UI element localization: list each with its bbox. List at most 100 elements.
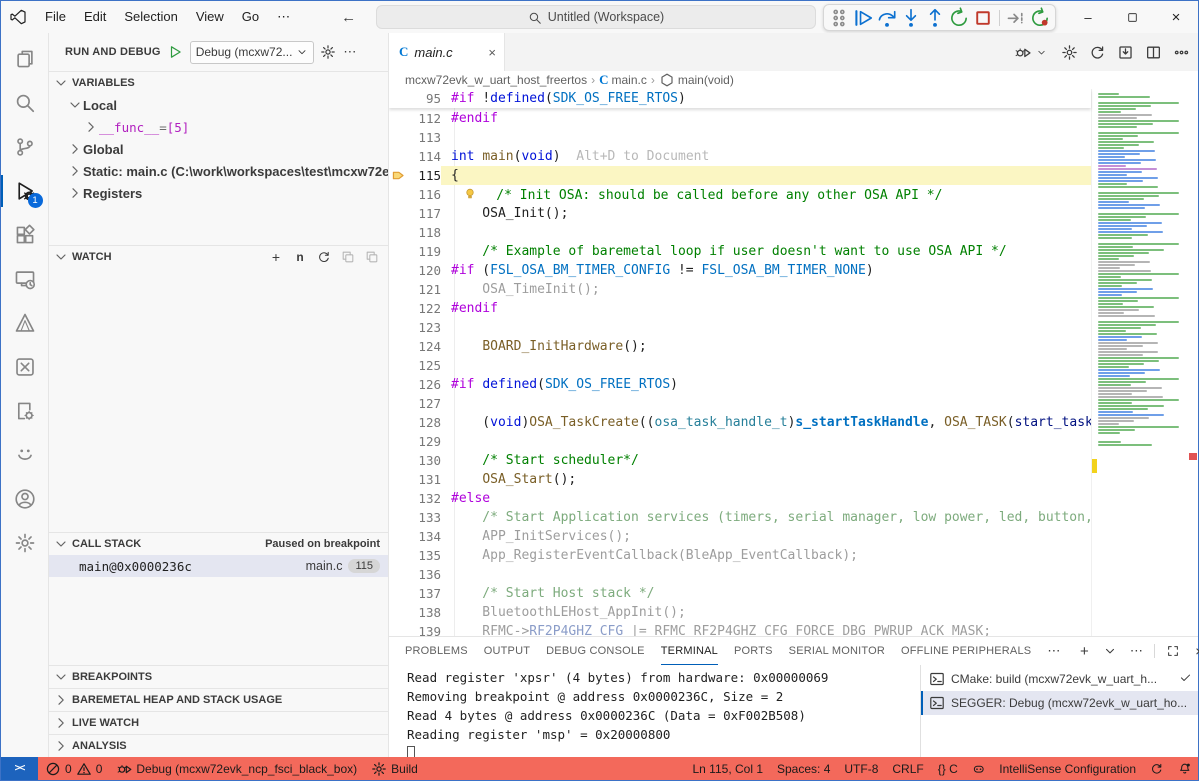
code-line[interactable]: 113 bbox=[389, 128, 1091, 147]
panel-tab-terminal[interactable]: TERMINAL bbox=[661, 638, 718, 665]
activity-project-configuration-icon[interactable] bbox=[1, 389, 49, 433]
menu-selection[interactable]: Selection bbox=[115, 2, 186, 32]
code-line[interactable]: 119 /* Example of baremetal loop if user… bbox=[389, 242, 1091, 261]
language-mode[interactable]: {} C bbox=[931, 757, 965, 780]
watch-section-header[interactable]: WATCH + n bbox=[49, 245, 388, 268]
problems-status[interactable]: 0 0 bbox=[38, 757, 109, 780]
close-panel-icon[interactable]: × bbox=[1191, 643, 1199, 659]
step-over-button[interactable] bbox=[876, 7, 898, 29]
encoding[interactable]: UTF-8 bbox=[837, 757, 885, 780]
section-baremetal-heap-and-stack-usage[interactable]: BAREMETAL HEAP AND STACK USAGE bbox=[49, 688, 388, 711]
section-analysis[interactable]: ANALYSIS bbox=[49, 734, 388, 757]
code-line[interactable]: 136 bbox=[389, 565, 1091, 584]
activity-remote-explorer-icon[interactable] bbox=[1, 257, 49, 301]
code-line[interactable]: 134 APP_InitServices(); bbox=[389, 527, 1091, 546]
build-status[interactable]: Build bbox=[364, 757, 425, 780]
menu-file[interactable]: File bbox=[36, 2, 75, 32]
debug-run-icon[interactable] bbox=[1013, 43, 1031, 61]
new-terminal-icon[interactable]: + bbox=[1076, 643, 1092, 659]
code-line[interactable]: 117 OSA_Init(); bbox=[389, 204, 1091, 223]
code-line[interactable]: 132#else bbox=[389, 489, 1091, 508]
breadcrumb-item[interactable]: Cmain.c bbox=[599, 72, 647, 88]
code-line[interactable]: 112#endif bbox=[389, 109, 1091, 128]
add-expression-icon[interactable]: + bbox=[268, 249, 284, 265]
activity-manage-settings-icon[interactable] bbox=[1, 521, 49, 565]
instruction-step-button[interactable] bbox=[1005, 7, 1027, 29]
restart-button[interactable] bbox=[948, 7, 970, 29]
variables-section-header[interactable]: VARIABLES bbox=[49, 71, 388, 94]
variables-tree-item[interactable]: Local bbox=[49, 94, 388, 116]
variables-tree-item[interactable]: Registers bbox=[49, 182, 388, 204]
code-line[interactable]: 125 bbox=[389, 356, 1091, 375]
code-line[interactable]: 118 bbox=[389, 223, 1091, 242]
variables-tree-item[interactable]: __func__ = [5] bbox=[49, 116, 388, 138]
code-line[interactable]: 129 bbox=[389, 432, 1091, 451]
code-line[interactable]: 121 OSA_TimeInit(); bbox=[389, 280, 1091, 299]
section-live-watch[interactable]: LIVE WATCH bbox=[49, 711, 388, 734]
terminal-output[interactable]: Read register 'xpsr' (4 bytes) from hard… bbox=[389, 665, 920, 757]
tab-main-c[interactable]: C main.c × bbox=[389, 33, 505, 71]
more-icon[interactable] bbox=[1172, 43, 1190, 61]
panel-tab-output[interactable]: OUTPUT bbox=[484, 638, 530, 665]
panel-tab-debug-console[interactable]: DEBUG CONSOLE bbox=[546, 638, 645, 665]
code-line[interactable]: 135 App_RegisterEventCallback(BleApp_Eve… bbox=[389, 546, 1091, 565]
gear-icon[interactable] bbox=[1060, 43, 1078, 61]
panel-tab-serial-monitor[interactable]: SERIAL MONITOR bbox=[789, 638, 885, 665]
code-line[interactable]: 124 BOARD_InitHardware(); bbox=[389, 337, 1091, 356]
debug-settings-gear-icon[interactable] bbox=[320, 44, 337, 61]
step-out-button[interactable] bbox=[924, 7, 946, 29]
terminal-session-item[interactable]: CMake: build (mcxw72evk_w_uart_h... bbox=[921, 667, 1198, 691]
command-center-search[interactable]: Untitled (Workspace) bbox=[376, 5, 816, 29]
copilot-icon[interactable] bbox=[965, 757, 993, 780]
split-editor-icon[interactable] bbox=[1144, 43, 1162, 61]
activity-explorer-icon[interactable] bbox=[1, 37, 49, 81]
sync-icon[interactable] bbox=[1143, 757, 1171, 780]
continue-button[interactable] bbox=[852, 7, 874, 29]
breadcrumb-item[interactable]: mcxw72evk_w_uart_host_freertos bbox=[405, 73, 587, 87]
code-line[interactable]: 130 /* Start scheduler*/ bbox=[389, 451, 1091, 470]
menu-edit[interactable]: Edit bbox=[75, 2, 115, 32]
code-line[interactable]: 115{ bbox=[389, 166, 1091, 185]
minimize-icon[interactable]: – bbox=[1066, 1, 1110, 33]
step-into-button[interactable] bbox=[900, 7, 922, 29]
minimap[interactable] bbox=[1091, 89, 1198, 636]
maximize-icon[interactable] bbox=[1110, 1, 1154, 33]
menu-go[interactable]: Go bbox=[233, 2, 268, 32]
call-stack-section-header[interactable]: CALL STACK Paused on breakpoint bbox=[49, 532, 388, 555]
maximize-panel-icon[interactable] bbox=[1165, 643, 1181, 659]
refresh-watch-icon[interactable] bbox=[316, 249, 332, 265]
code-line[interactable]: 114int main(void) Alt+D to Document bbox=[389, 147, 1091, 166]
code-line[interactable]: 123 bbox=[389, 318, 1091, 337]
code-line[interactable]: 122#endif bbox=[389, 299, 1091, 318]
panel-tab-offline-peripherals[interactable]: OFFLINE PERIPHERALS bbox=[901, 638, 1031, 665]
import-box-icon[interactable] bbox=[1116, 43, 1134, 61]
activity-extensions-icon[interactable] bbox=[1, 213, 49, 257]
code-editor[interactable]: 95#if !defined(SDK_OS_FREE_RTOS)112#endi… bbox=[389, 89, 1198, 636]
stack-frame-row[interactable]: main@0x0000236c main.c 115 bbox=[49, 555, 388, 577]
chevron-icon[interactable] bbox=[1032, 43, 1050, 61]
remote-indicator[interactable]: >< bbox=[1, 757, 38, 780]
collapse-all-icon[interactable] bbox=[340, 249, 356, 265]
code-line[interactable]: 139 RFMC->RF2P4GHZ_CFG |= RFMC_RF2P4GHZ_… bbox=[389, 622, 1091, 636]
debug-config-dropdown[interactable]: Debug (mcxw72... bbox=[190, 41, 315, 64]
indentation[interactable]: Spaces: 4 bbox=[770, 757, 837, 780]
variables-tree-item[interactable]: Static: main.c (C:\work\workspaces\test\… bbox=[49, 160, 388, 182]
variables-tree-item[interactable]: Global bbox=[49, 138, 388, 160]
close-tab-icon[interactable]: × bbox=[488, 45, 496, 60]
activity-run-and-debug-icon[interactable]: 1 bbox=[1, 169, 49, 213]
activity-accounts-icon[interactable] bbox=[1, 477, 49, 521]
terminal-session-item[interactable]: SEGGER: Debug (mcxw72evk_w_uart_ho... bbox=[921, 691, 1198, 715]
code-line[interactable]: 131 OSA_Start(); bbox=[389, 470, 1091, 489]
number-format-icon[interactable]: n bbox=[292, 249, 308, 265]
activity-assistant-icon[interactable] bbox=[1, 433, 49, 477]
reset-device-button[interactable] bbox=[1029, 7, 1051, 29]
code-line[interactable]: 127 bbox=[389, 394, 1091, 413]
code-line[interactable]: 138 BluetoothLEHost_AppInit(); bbox=[389, 603, 1091, 622]
section-breakpoints[interactable]: BREAKPOINTS bbox=[49, 665, 388, 688]
debug-launch-status[interactable]: Debug (mcxw72evk_ncp_fsci_black_box) bbox=[109, 757, 364, 780]
code-line[interactable]: 133 /* Start Application services (timer… bbox=[389, 508, 1091, 527]
stop-button[interactable] bbox=[972, 7, 994, 29]
menu-view[interactable]: View bbox=[187, 2, 233, 32]
cursor-position[interactable]: Ln 115, Col 1 bbox=[686, 757, 771, 780]
code-line[interactable]: 116 /* Init OSA: should be called before… bbox=[389, 185, 1091, 204]
